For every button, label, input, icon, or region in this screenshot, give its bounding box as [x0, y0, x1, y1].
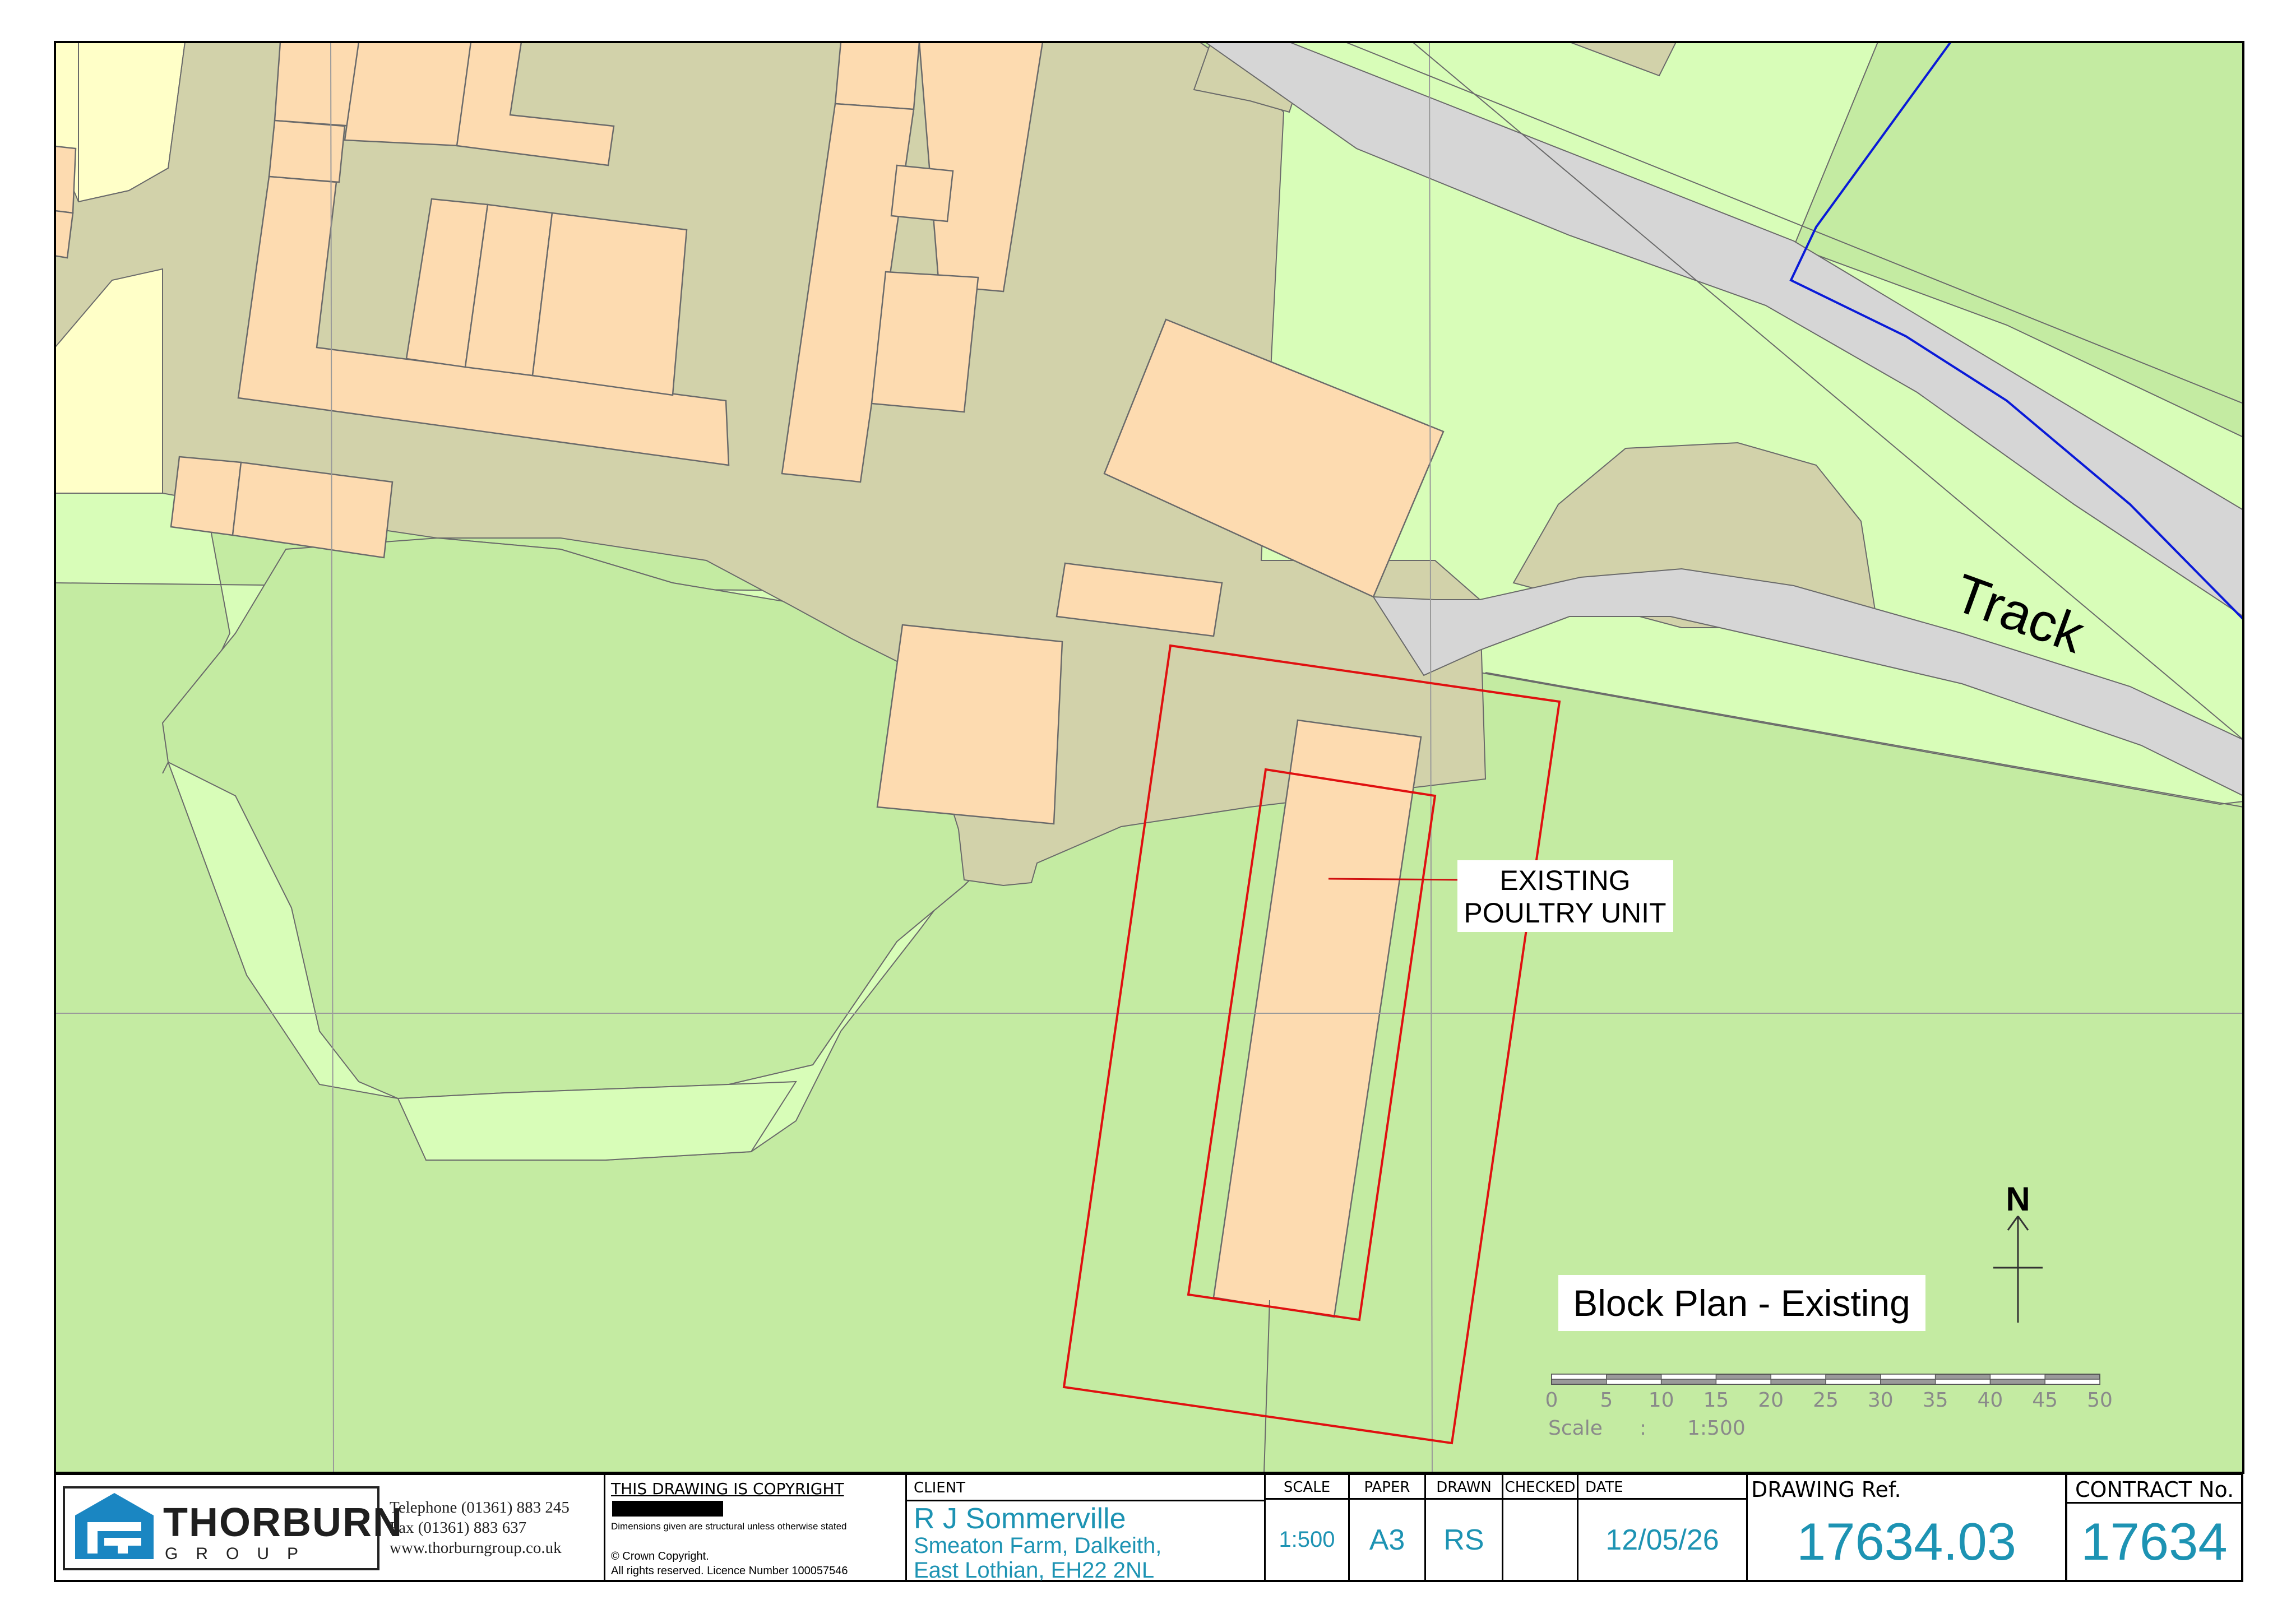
date-value: 12/05/26 — [1605, 1523, 1719, 1556]
telephone: Telephone (01361) 883 245 — [390, 1499, 570, 1517]
scale-segment — [1715, 1379, 1771, 1385]
scale-tick-label: 15 — [1703, 1389, 1729, 1412]
callout-line-2: POULTRY UNIT — [1464, 897, 1666, 929]
scale-segment — [1606, 1379, 1662, 1385]
scale-value-cell: 1:500 — [1279, 1527, 1335, 1552]
building — [876, 624, 1063, 825]
contract-heading: CONTRACT No. — [2075, 1477, 2234, 1502]
scale-tick-label: 25 — [1813, 1389, 1839, 1412]
scale-cell: SCALE 1:500 — [1266, 1475, 1350, 1580]
scale-segment — [1934, 1379, 1991, 1385]
contact-details: Telephone (01361) 883 245 Fax (01361) 88… — [390, 1497, 570, 1558]
drawn-heading: DRAWN — [1426, 1475, 1502, 1500]
logo-cell: THORBURN GROUP Telephone (01361) 883 245… — [56, 1475, 605, 1580]
map-area: EXISTING POULTRY UNIT Track Block Plan -… — [55, 42, 2243, 1473]
scale-tick-label: 20 — [1758, 1389, 1784, 1412]
date-cell: DATE 12/05/26 — [1578, 1475, 1748, 1580]
licence: All rights reserved. Licence Number 1000… — [611, 1565, 848, 1577]
checked-heading: CHECKED — [1503, 1475, 1577, 1500]
building — [834, 42, 920, 110]
scale-tick-label: 30 — [1868, 1389, 1894, 1412]
building — [268, 119, 346, 183]
north-label: N — [2006, 1180, 2030, 1218]
website: www.thorburngroup.co.uk — [390, 1539, 562, 1557]
paper-value: A3 — [1369, 1523, 1405, 1556]
title-block: THORBURN GROUP Telephone (01361) 883 245… — [54, 1473, 2243, 1583]
contract-cell: CONTRACT No. 17634 — [2067, 1475, 2241, 1580]
date-heading: DATE — [1578, 1475, 1746, 1500]
plan-title: Block Plan - Existing — [1573, 1282, 1910, 1324]
copyright-cell: THIS DRAWING IS COPYRIGHT Dimensions giv… — [605, 1475, 907, 1580]
drawn-value: RS — [1443, 1523, 1484, 1556]
scale-label: Scale — [1548, 1417, 1603, 1440]
scale-heading: SCALE — [1266, 1475, 1348, 1500]
building — [531, 212, 688, 396]
paper-heading: PAPER — [1350, 1475, 1424, 1500]
dimensions-note: Dimensions given are structural unless o… — [611, 1521, 847, 1532]
drawn-cell: DRAWN RS — [1426, 1475, 1503, 1580]
scale-separator: : — [1640, 1417, 1646, 1440]
scale-tick-label: 40 — [1977, 1389, 2003, 1412]
scale-tick-label: 45 — [2032, 1389, 2058, 1412]
scale-tick-label: 50 — [2087, 1389, 2113, 1412]
callout-leader — [1328, 871, 1484, 889]
building — [871, 271, 979, 413]
scale-segment — [1880, 1374, 1936, 1380]
redacted-bar — [612, 1501, 723, 1517]
scale-tick-label: 0 — [1545, 1389, 1558, 1412]
scale-tick-label: 35 — [1923, 1389, 1948, 1412]
client-heading: CLIENT — [914, 1480, 966, 1496]
scale-tick-label: 5 — [1600, 1389, 1613, 1412]
checked-cell: CHECKED — [1503, 1475, 1578, 1580]
scale-segment — [2044, 1379, 2100, 1385]
crown-copyright: © Crown Copyright. — [611, 1550, 709, 1562]
map-sheet: EXISTING POULTRY UNIT Track Block Plan -… — [54, 41, 2244, 1474]
logo: THORBURN GROUP — [63, 1486, 402, 1570]
paper-cell: PAPER A3 — [1350, 1475, 1426, 1580]
drawing-ref-cell: DRAWING Ref. 17634.03 — [1748, 1475, 2067, 1580]
checked-value — [1503, 1500, 1577, 1580]
company-sub: GROUP — [165, 1545, 317, 1563]
copyright-heading: THIS DRAWING IS COPYRIGHT — [611, 1480, 844, 1498]
client-cell: CLIENT R J Sommerville Smeaton Farm, Dal… — [907, 1475, 1266, 1583]
client-address-2: East Lothian, EH22 2NL — [914, 1558, 1155, 1583]
scale-segment — [1551, 1374, 1607, 1380]
contract-value: 17634 — [2081, 1511, 2228, 1571]
client-name: R J Sommerville — [914, 1503, 1126, 1535]
scale-segment — [1989, 1374, 2045, 1380]
thorburn-logo-icon — [75, 1493, 154, 1559]
fax: Fax (01361) 883 637 — [390, 1519, 527, 1537]
company-name: THORBURN — [163, 1500, 403, 1545]
building — [170, 456, 242, 536]
drawing-ref-heading: DRAWING Ref. — [1751, 1477, 1901, 1502]
scale-value: 1:500 — [1687, 1417, 1746, 1440]
drawing-ref-value: 17634.03 — [1796, 1511, 2017, 1571]
callout-line-1: EXISTING — [1499, 865, 1630, 896]
building — [344, 42, 472, 147]
scale-segment — [1825, 1379, 1881, 1385]
scale-tick-label: 10 — [1649, 1389, 1674, 1412]
scale-segment — [1770, 1374, 1826, 1380]
client-address-1: Smeaton Farm, Dalkeith, — [914, 1533, 1162, 1558]
building — [274, 42, 360, 127]
scale-segment — [1660, 1374, 1717, 1380]
building — [890, 164, 954, 222]
